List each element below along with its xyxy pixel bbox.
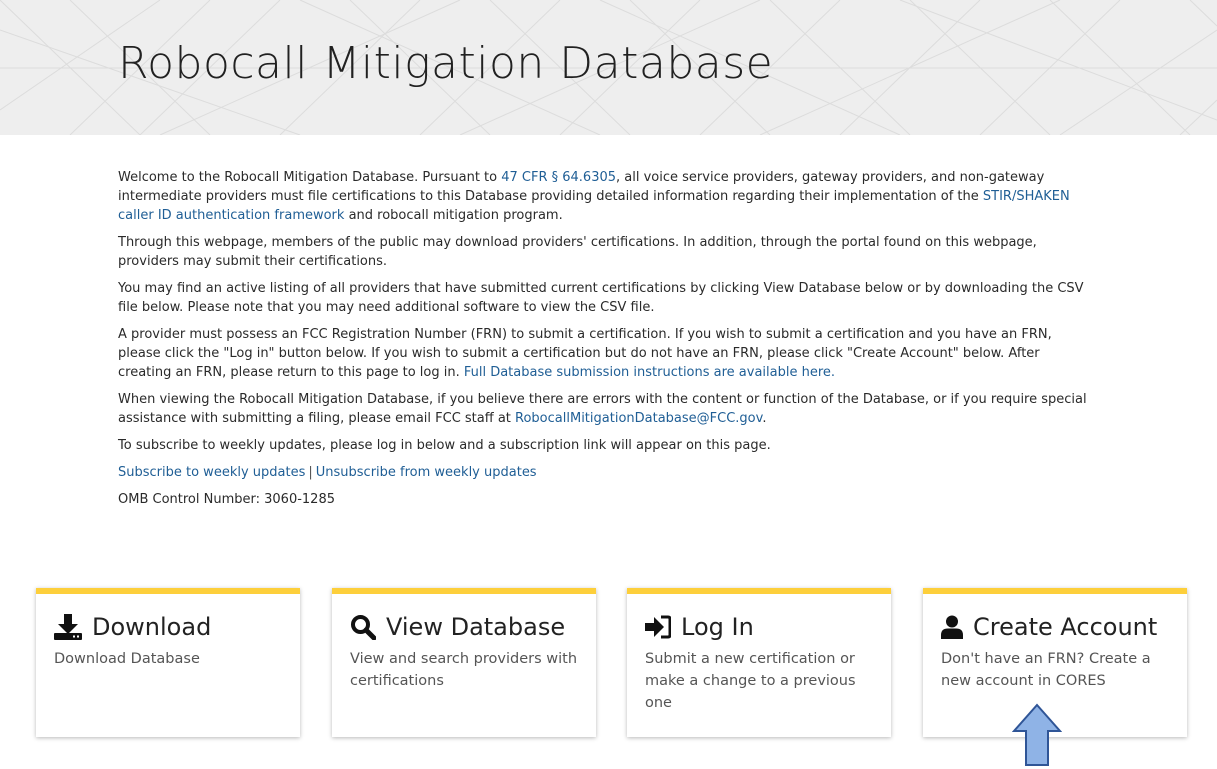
link-separator: | — [308, 465, 313, 480]
intro-paragraph-6: To subscribe to weekly updates, please l… — [118, 438, 771, 453]
card-title: Download — [54, 610, 300, 644]
intro-paragraph-1: Welcome to the Robocall Mitigation Datab… — [118, 168, 1093, 225]
omb-control-number: OMB Control Number: 3060-1285 — [118, 492, 335, 507]
unsubscribe-link[interactable]: Unsubscribe from weekly updates — [316, 465, 537, 480]
card-title: Create Account — [941, 610, 1187, 644]
intro-text: Welcome to the Robocall Mitigation Datab… — [118, 170, 502, 185]
log-in-card[interactable]: Log In Submit a new certification or mak… — [627, 588, 891, 737]
page: Robocall Mitigation Database Welcome to … — [0, 0, 1217, 769]
header-banner: Robocall Mitigation Database — [0, 0, 1217, 135]
up-arrow-annotation-icon — [1012, 703, 1062, 766]
sign-in-icon — [645, 615, 671, 639]
intro-paragraph-2: Through this webpage, members of the pub… — [118, 235, 1037, 269]
subscription-links: Subscribe to weekly updates | Unsubscribe … — [118, 463, 1093, 482]
intro-text: . — [762, 411, 767, 426]
intro-paragraph-5: When viewing the Robocall Mitigation Dat… — [118, 390, 1093, 428]
cfr-link[interactable]: 47 CFR § 64.6305 — [501, 170, 616, 185]
card-title-text: Create Account — [973, 613, 1158, 641]
download-icon — [54, 614, 82, 640]
card-title-text: Download — [92, 613, 212, 641]
subscribe-link[interactable]: Subscribe to weekly updates — [118, 465, 305, 480]
card-description: Submit a new certification or make a cha… — [645, 651, 856, 711]
search-icon — [351, 615, 376, 640]
intro-paragraph-3: You may find an active listing of all pr… — [118, 281, 1084, 315]
card-description: View and search providers with certifica… — [350, 651, 578, 689]
card-title: Log In — [645, 610, 891, 644]
submission-instructions-link[interactable]: Full Database submission instructions ar… — [464, 365, 835, 380]
user-icon — [941, 615, 963, 639]
card-description: Don't have an FRN? Create a new account … — [941, 651, 1151, 689]
download-card[interactable]: Download Download Database — [36, 588, 300, 737]
card-title-text: View Database — [386, 613, 566, 641]
intro-paragraph-4: A provider must possess an FCC Registrat… — [118, 325, 1093, 382]
card-title-text: Log In — [681, 613, 754, 641]
fcc-email-link[interactable]: RobocallMitigationDatabase@FCC.gov — [515, 411, 762, 426]
intro-content: Welcome to the Robocall Mitigation Datab… — [118, 168, 1093, 517]
intro-text: and robocall mitigation program. — [344, 208, 563, 223]
page-title: Robocall Mitigation Database — [118, 38, 774, 89]
card-description: Download Database — [54, 651, 200, 667]
view-database-card[interactable]: View Database View and search providers … — [332, 588, 596, 737]
card-title: View Database — [350, 610, 596, 644]
